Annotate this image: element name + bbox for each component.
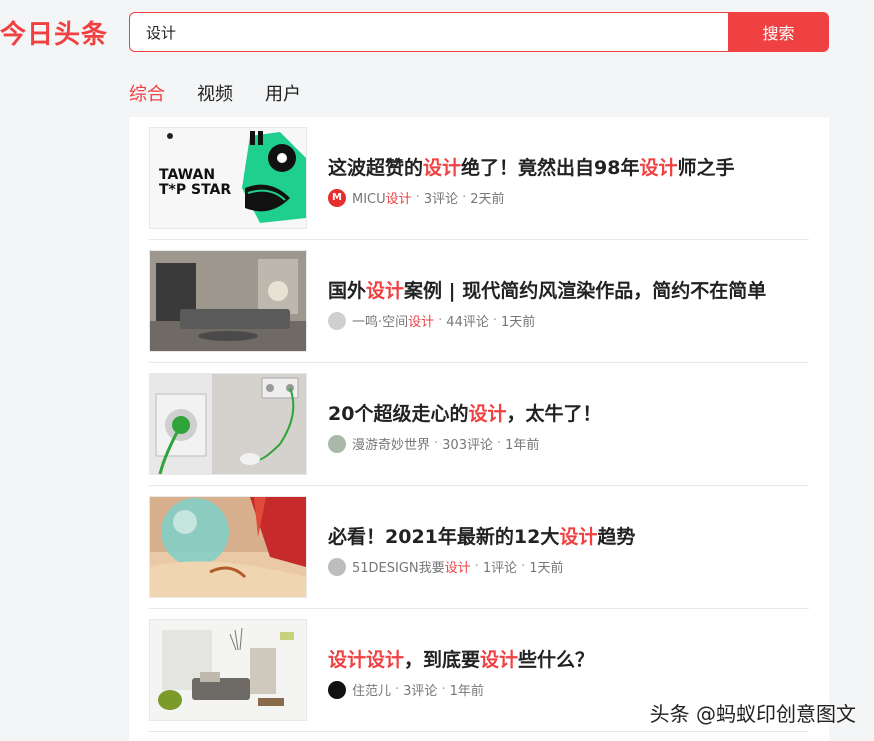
result-item[interactable]: 必看！2021年最新的12大设计趋势 51DESIGN我要设计 · 1评论 · …: [149, 486, 809, 609]
tab-video[interactable]: 视频: [197, 80, 233, 106]
text-segment: 这波超赞的: [328, 157, 424, 179]
comment-count: 3评论: [423, 192, 459, 207]
comment-count: 303评论: [442, 438, 493, 453]
tab-bar: 综合 视频 用户: [129, 80, 301, 106]
thumbnail[interactable]: [149, 373, 307, 475]
author-name[interactable]: 漫游奇妙世界: [352, 434, 430, 453]
result-meta: M MICU设计 · 3评论 · 2天前: [328, 188, 505, 207]
thumbnail[interactable]: [149, 496, 307, 598]
publish-time: 1年前: [449, 684, 484, 699]
keyword-highlight: 设计: [559, 526, 598, 548]
text-segment: 必看！2021年最新的12大: [328, 526, 560, 548]
search-button[interactable]: 搜索: [728, 12, 829, 52]
author-avatar[interactable]: M: [328, 188, 346, 207]
text-segment: ，到底要: [404, 649, 481, 671]
text-segment: 师之手: [677, 157, 735, 179]
keyword-highlight: 设计: [639, 157, 678, 179]
logo[interactable]: 今日头条: [0, 14, 108, 51]
publish-time: 1年前: [505, 438, 540, 453]
text-segment: 些什么？: [518, 649, 595, 671]
author-avatar[interactable]: [328, 434, 346, 453]
author-name[interactable]: 51DESIGN我要设计: [352, 557, 471, 576]
author-avatar[interactable]: [328, 311, 346, 330]
text-segment: 住范儿: [352, 684, 392, 699]
keyword-highlight: 设计: [480, 649, 519, 671]
author-name[interactable]: 一鸣·空间设计: [352, 311, 434, 330]
text-segment: ，太牛了！: [506, 403, 602, 425]
keyword-highlight: 设计: [423, 157, 462, 179]
result-title[interactable]: 设计设计，到底要设计些什么？: [328, 645, 594, 672]
results-list: TAWAN T*P STAR 这波超赞的设计绝了！竟然出自98年设计师之手 M …: [129, 117, 829, 741]
publish-time: 1天前: [500, 315, 536, 330]
result-meta: 一鸣·空间设计 · 44评论 · 1天前: [328, 311, 535, 330]
thumbnail[interactable]: TAWAN T*P STAR: [149, 127, 307, 229]
publish-time: 1天前: [529, 561, 564, 576]
keyword-highlight: 设计: [468, 403, 507, 425]
result-title[interactable]: 必看！2021年最新的12大设计趋势: [328, 522, 635, 549]
keyword-highlight: 设计: [444, 561, 471, 576]
text-segment: 20个超级走心的: [328, 403, 469, 425]
text-segment: 绝了！竟然出自98年: [461, 157, 640, 179]
tab-all[interactable]: 综合: [129, 80, 165, 106]
comment-count: 44评论: [446, 315, 489, 330]
result-item[interactable]: 国外设计案例 | 现代简约风渲染作品，简约不在简单 一鸣·空间设计 · 44评论…: [149, 240, 809, 363]
result-item[interactable]: TAWAN T*P STAR 这波超赞的设计绝了！竟然出自98年设计师之手 M …: [149, 117, 809, 240]
result-item[interactable]: 20个超级走心的设计，太牛了！ 漫游奇妙世界 · 303评论 · 1年前: [149, 363, 809, 486]
author-name[interactable]: 住范儿: [352, 680, 391, 699]
thumb-text-line2: T*P STAR: [159, 182, 231, 198]
author-avatar[interactable]: [328, 557, 346, 576]
result-title[interactable]: 这波超赞的设计绝了！竟然出自98年设计师之手: [328, 153, 735, 180]
text-segment: MICU: [352, 192, 386, 207]
text-segment: 趋势: [597, 526, 636, 548]
author-name[interactable]: MICU设计: [352, 188, 412, 207]
author-avatar[interactable]: [328, 680, 346, 699]
result-meta: 住范儿 · 3评论 · 1年前: [328, 680, 484, 699]
result-title[interactable]: 20个超级走心的设计，太牛了！: [328, 399, 601, 426]
keyword-highlight: 设计: [366, 280, 405, 302]
result-meta: 漫游奇妙世界 · 303评论 · 1年前: [328, 434, 539, 453]
text-segment: 漫游奇妙世界: [352, 438, 431, 453]
text-segment: 51DESIGN我要: [352, 561, 445, 576]
keyword-highlight: 设计: [385, 192, 412, 207]
result-meta: 51DESIGN我要设计 · 1评论 · 1天前: [328, 557, 564, 576]
keyword-highlight: 设计设计: [328, 649, 405, 671]
result-title[interactable]: 国外设计案例 | 现代简约风渲染作品，简约不在简单: [328, 276, 766, 303]
text-segment: 国外: [328, 280, 367, 302]
comment-count: 1评论: [482, 561, 518, 576]
thumbnail[interactable]: [149, 619, 307, 721]
text-segment: 案例 | 现代简约风渲染作品，简约不在简单: [404, 280, 767, 302]
tab-user[interactable]: 用户: [265, 80, 301, 106]
search-bar: 搜索: [129, 12, 829, 52]
publish-time: 2天前: [470, 192, 505, 207]
text-segment: 一鸣·空间: [352, 315, 409, 330]
comment-count: 3评论: [403, 684, 438, 699]
thumbnail[interactable]: [149, 250, 307, 352]
watermark: 头条 @蚂蚁印创意图文: [649, 702, 856, 726]
thumb-text-line1: TAWAN: [159, 167, 215, 183]
search-input[interactable]: [129, 12, 728, 52]
keyword-highlight: 设计: [408, 315, 435, 330]
